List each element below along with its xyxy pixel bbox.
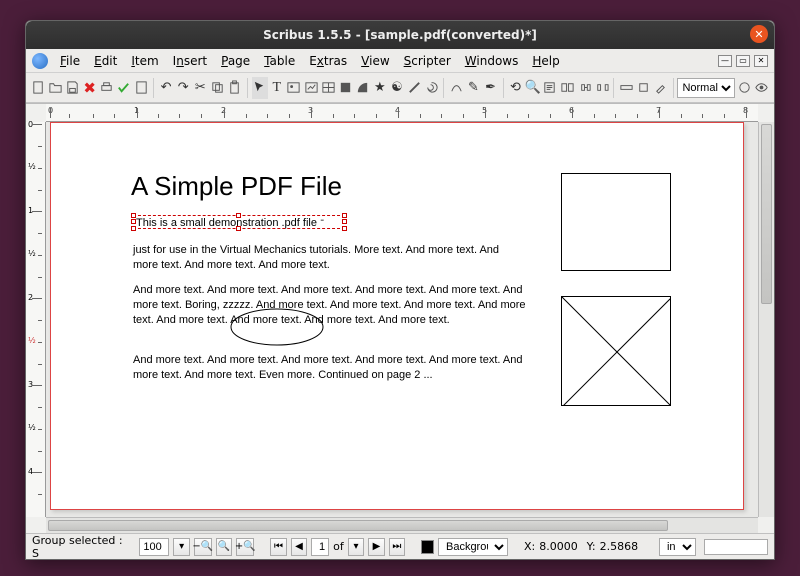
layer-select[interactable]: Background (438, 538, 508, 556)
bezier-icon[interactable] (448, 77, 464, 99)
menu-table[interactable]: Table (258, 52, 301, 70)
menu-item[interactable]: Item (125, 52, 164, 70)
print-icon[interactable] (99, 77, 115, 99)
workspace: 0 1 2 3 4 5 6 7 8 0 ½ 1 ½ 2 ½ 3 ½ 4 A Si… (26, 103, 774, 533)
x-label: X: (524, 540, 535, 553)
page-of-label: of (333, 540, 344, 553)
menubar: File Edit Item Insert Page Table Extras … (26, 49, 774, 73)
view-mode-select[interactable]: Normal (677, 78, 735, 98)
freehand-icon[interactable]: ✎ (465, 77, 481, 99)
y-value: 2.5868 (600, 540, 643, 553)
first-page-icon[interactable]: ⏮ (270, 538, 286, 556)
measure-icon[interactable] (618, 77, 634, 99)
doc-heading[interactable]: A Simple PDF File (131, 171, 342, 202)
menu-scripter[interactable]: Scripter (398, 52, 457, 70)
scrollbar-vertical[interactable] (758, 122, 774, 517)
save-icon[interactable] (64, 77, 80, 99)
export-pdf-icon[interactable] (133, 77, 149, 99)
menu-edit[interactable]: Edit (88, 52, 123, 70)
x-value: 8.0000 (539, 540, 582, 553)
canvas[interactable]: A Simple PDF File This is a small demons… (46, 122, 758, 517)
freehand-annotation[interactable] (227, 305, 327, 350)
spiral-icon[interactable]: ☯ (389, 77, 405, 99)
unit-select[interactable]: in (659, 538, 696, 556)
open-icon[interactable] (47, 77, 63, 99)
menu-insert[interactable]: Insert (167, 52, 213, 70)
eyedropper-icon[interactable] (653, 77, 669, 99)
cut-icon[interactable]: ✂ (192, 77, 208, 99)
page-current-input[interactable] (311, 538, 329, 556)
layer-color-swatch (421, 540, 434, 554)
new-doc-icon[interactable] (30, 77, 46, 99)
page-spin-icon[interactable]: ▾ (348, 538, 364, 556)
shape-icon[interactable] (337, 77, 353, 99)
rotate-icon[interactable]: ⟲ (507, 77, 523, 99)
undo-icon[interactable]: ↶ (158, 77, 174, 99)
zoom-icon[interactable]: 🔍 (525, 77, 541, 99)
window-close-button[interactable]: ✕ (750, 25, 768, 43)
unlink-frames-icon[interactable] (593, 77, 609, 99)
paragraph-1[interactable]: just for use in the Virtual Mechanics tu… (133, 243, 523, 273)
page[interactable]: A Simple PDF File This is a small demons… (50, 122, 744, 510)
mdi-minimize-icon[interactable]: — (718, 55, 732, 67)
menu-help[interactable]: Help (526, 52, 565, 70)
image-frame-icon[interactable] (286, 77, 302, 99)
paragraph-3[interactable]: And more text. And more text. And more t… (133, 353, 528, 383)
paragraph-2[interactable]: And more text. And more text. And more t… (133, 283, 528, 328)
line-icon[interactable] (406, 77, 422, 99)
calligraphic-icon[interactable]: ✒ (483, 77, 499, 99)
rectangle-shape[interactable] (561, 173, 671, 271)
y-label: Y: (587, 540, 596, 553)
scrollbar-horizontal[interactable] (46, 517, 758, 533)
menu-file[interactable]: File (54, 52, 86, 70)
zoom-spin-icon[interactable]: ▾ (173, 538, 189, 556)
link-frames-icon[interactable] (576, 77, 592, 99)
arc-icon[interactable] (355, 77, 371, 99)
zoom-input[interactable] (139, 538, 169, 556)
app-logo-icon (32, 53, 48, 69)
window-title: Scribus 1.5.5 - [sample.pdf(converted)*] (263, 28, 537, 42)
ruler-horizontal[interactable]: 0 1 2 3 4 5 6 7 8 (46, 104, 758, 122)
status-blank-field (704, 539, 768, 555)
mdi-maximize-icon[interactable]: ▭ (736, 55, 750, 67)
paste-icon[interactable] (227, 77, 243, 99)
next-page-icon[interactable]: ▶ (368, 538, 384, 556)
edit-contents-icon[interactable] (542, 77, 558, 99)
zoom-in-icon[interactable]: +🔍 (236, 538, 254, 556)
polygon-icon[interactable]: ★ (372, 77, 388, 99)
app-window: Scribus 1.5.5 - [sample.pdf(converted)*]… (25, 20, 775, 560)
select-tool-icon[interactable] (252, 77, 268, 99)
ruler-vertical[interactable]: 0 ½ 1 ½ 2 ½ 3 ½ 4 (26, 122, 46, 517)
text-frame-icon[interactable]: T (269, 77, 285, 99)
menu-view[interactable]: View (355, 52, 395, 70)
toolbar: ✖ ↶ ↷ ✂ T ★ ☯ ✎ ✒ ⟲ 🔍 (26, 73, 774, 103)
close-doc-icon[interactable]: ✖ (82, 77, 98, 99)
selected-text-frame[interactable]: This is a small demonstration .pdf file … (133, 215, 345, 229)
preflight-icon[interactable] (116, 77, 132, 99)
toggle-cms-icon[interactable] (736, 77, 752, 99)
image-frame-empty[interactable] (561, 296, 671, 406)
copy-props-icon[interactable] (635, 77, 651, 99)
zoom-out-icon[interactable]: −🔍 (194, 538, 212, 556)
selection-status: Group selected : S (32, 534, 123, 560)
copy-icon[interactable] (209, 77, 225, 99)
last-page-icon[interactable]: ⏭ (389, 538, 405, 556)
story-editor-icon[interactable] (559, 77, 575, 99)
menu-extras[interactable]: Extras (303, 52, 353, 70)
selected-text: This is a small demonstration .pdf file … (136, 216, 324, 229)
spiral2-icon[interactable] (423, 77, 439, 99)
zoom-reset-icon[interactable]: 🔍 (216, 538, 232, 556)
statusbar: Group selected : S ▾ −🔍 🔍 +🔍 ⏮ ◀ of ▾ ▶ … (26, 533, 774, 559)
redo-icon[interactable]: ↷ (175, 77, 191, 99)
preview-icon[interactable] (754, 77, 770, 99)
menu-page[interactable]: Page (215, 52, 256, 70)
prev-page-icon[interactable]: ◀ (291, 538, 307, 556)
table-icon[interactable] (320, 77, 336, 99)
menu-windows[interactable]: Windows (459, 52, 525, 70)
mdi-close-icon[interactable]: ✕ (754, 55, 768, 67)
render-frame-icon[interactable] (303, 77, 319, 99)
titlebar[interactable]: Scribus 1.5.5 - [sample.pdf(converted)*]… (26, 21, 774, 49)
